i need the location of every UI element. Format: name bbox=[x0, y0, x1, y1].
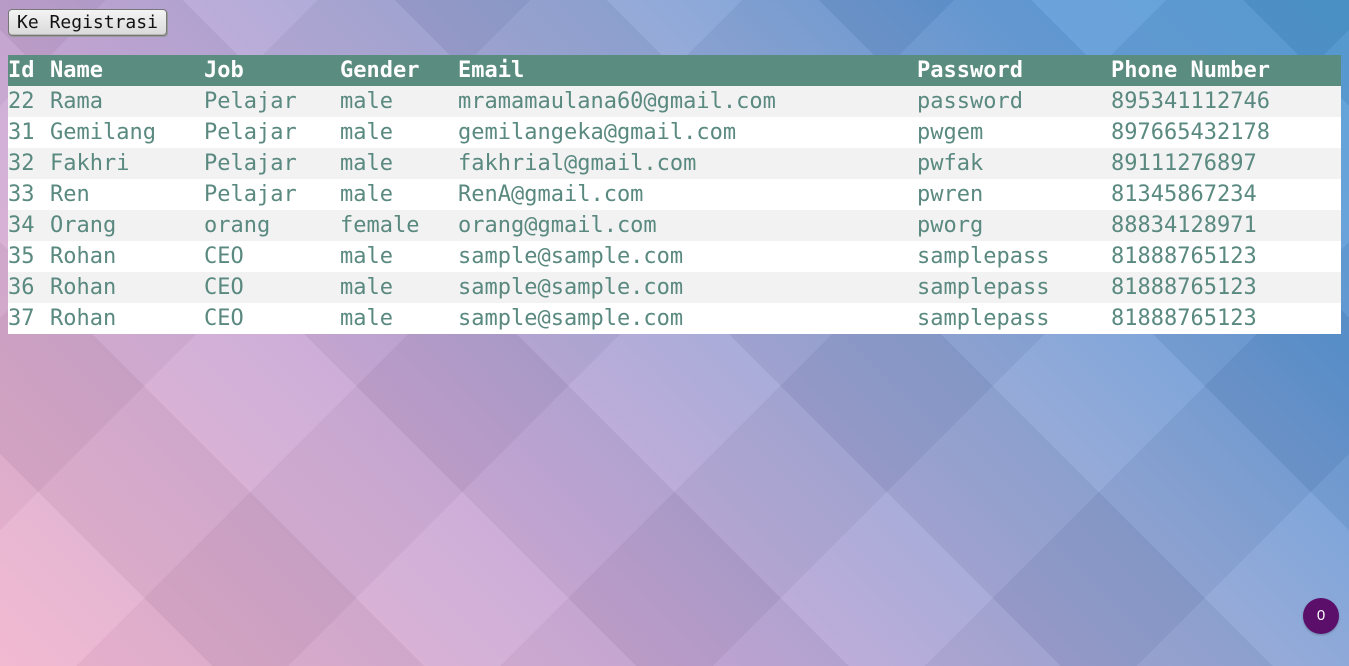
cell-id: 37 bbox=[8, 303, 50, 334]
floating-counter-badge[interactable]: 0 bbox=[1303, 598, 1339, 634]
table-row: 22 Rama Pelajar male mramamaulana60@gmai… bbox=[8, 86, 1341, 117]
cell-phone-number: 81345867234 bbox=[1111, 179, 1341, 210]
cell-id: 22 bbox=[8, 86, 50, 117]
cell-password: pwgem bbox=[917, 117, 1111, 148]
header-gender: Gender bbox=[340, 55, 458, 86]
cell-id: 33 bbox=[8, 179, 50, 210]
cell-gender: male bbox=[340, 117, 458, 148]
cell-id: 36 bbox=[8, 272, 50, 303]
cell-password: password bbox=[917, 86, 1111, 117]
cell-phone-number: 88834128971 bbox=[1111, 210, 1341, 241]
cell-phone-number: 81888765123 bbox=[1111, 241, 1341, 272]
header-name: Name bbox=[50, 55, 204, 86]
cell-id: 35 bbox=[8, 241, 50, 272]
table-row: 33 Ren Pelajar male RenA@gmail.com pwren… bbox=[8, 179, 1341, 210]
cell-gender: male bbox=[340, 303, 458, 334]
cell-job: Pelajar bbox=[204, 179, 340, 210]
table-row: 34 Orang orang female orang@gmail.com pw… bbox=[8, 210, 1341, 241]
cell-name: Rohan bbox=[50, 303, 204, 334]
cell-job: CEO bbox=[204, 303, 340, 334]
table-row: 31 Gemilang Pelajar male gemilangeka@gma… bbox=[8, 117, 1341, 148]
cell-id: 34 bbox=[8, 210, 50, 241]
cell-password: samplepass bbox=[917, 303, 1111, 334]
cell-password: pworg bbox=[917, 210, 1111, 241]
cell-phone-number: 89111276897 bbox=[1111, 148, 1341, 179]
cell-job: Pelajar bbox=[204, 86, 340, 117]
cell-job: CEO bbox=[204, 241, 340, 272]
header-job: Job bbox=[204, 55, 340, 86]
cell-email: RenA@gmail.com bbox=[458, 179, 917, 210]
cell-gender: male bbox=[340, 86, 458, 117]
ke-registrasi-button[interactable]: Ke Registrasi bbox=[8, 9, 167, 36]
cell-job: Pelajar bbox=[204, 148, 340, 179]
table-row: 36 Rohan CEO male sample@sample.com samp… bbox=[8, 272, 1341, 303]
cell-name: Rohan bbox=[50, 272, 204, 303]
users-table: Id Name Job Gender Email Password Phone … bbox=[8, 55, 1341, 334]
cell-gender: male bbox=[340, 241, 458, 272]
table-row: 37 Rohan CEO male sample@sample.com samp… bbox=[8, 303, 1341, 334]
cell-name: Ren bbox=[50, 179, 204, 210]
cell-job: CEO bbox=[204, 272, 340, 303]
cell-name: Orang bbox=[50, 210, 204, 241]
cell-id: 32 bbox=[8, 148, 50, 179]
cell-phone-number: 81888765123 bbox=[1111, 303, 1341, 334]
cell-email: sample@sample.com bbox=[458, 272, 917, 303]
cell-job: orang bbox=[204, 210, 340, 241]
cell-gender: female bbox=[340, 210, 458, 241]
cell-phone-number: 81888765123 bbox=[1111, 272, 1341, 303]
cell-password: samplepass bbox=[917, 272, 1111, 303]
cell-gender: male bbox=[340, 179, 458, 210]
cell-id: 31 bbox=[8, 117, 50, 148]
cell-email: sample@sample.com bbox=[458, 241, 917, 272]
cell-email: sample@sample.com bbox=[458, 303, 917, 334]
cell-name: Fakhri bbox=[50, 148, 204, 179]
cell-name: Rama bbox=[50, 86, 204, 117]
header-id: Id bbox=[8, 55, 50, 86]
cell-phone-number: 897665432178 bbox=[1111, 117, 1341, 148]
cell-phone-number: 895341112746 bbox=[1111, 86, 1341, 117]
cell-email: orang@gmail.com bbox=[458, 210, 917, 241]
cell-email: mramamaulana60@gmail.com bbox=[458, 86, 917, 117]
cell-job: Pelajar bbox=[204, 117, 340, 148]
cell-password: samplepass bbox=[917, 241, 1111, 272]
cell-password: pwfak bbox=[917, 148, 1111, 179]
cell-name: Rohan bbox=[50, 241, 204, 272]
header-phone-number: Phone Number bbox=[1111, 55, 1341, 86]
cell-name: Gemilang bbox=[50, 117, 204, 148]
users-table-container: Id Name Job Gender Email Password Phone … bbox=[8, 55, 1341, 334]
header-password: Password bbox=[917, 55, 1111, 86]
header-row: Id Name Job Gender Email Password Phone … bbox=[8, 55, 1341, 86]
users-table-body: 22 Rama Pelajar male mramamaulana60@gmai… bbox=[8, 86, 1341, 334]
cell-email: fakhrial@gmail.com bbox=[458, 148, 917, 179]
cell-email: gemilangeka@gmail.com bbox=[458, 117, 917, 148]
table-row: 32 Fakhri Pelajar male fakhrial@gmail.co… bbox=[8, 148, 1341, 179]
header-email: Email bbox=[458, 55, 917, 86]
cell-gender: male bbox=[340, 148, 458, 179]
cell-password: pwren bbox=[917, 179, 1111, 210]
table-row: 35 Rohan CEO male sample@sample.com samp… bbox=[8, 241, 1341, 272]
cell-gender: male bbox=[340, 272, 458, 303]
users-table-header: Id Name Job Gender Email Password Phone … bbox=[8, 55, 1341, 86]
